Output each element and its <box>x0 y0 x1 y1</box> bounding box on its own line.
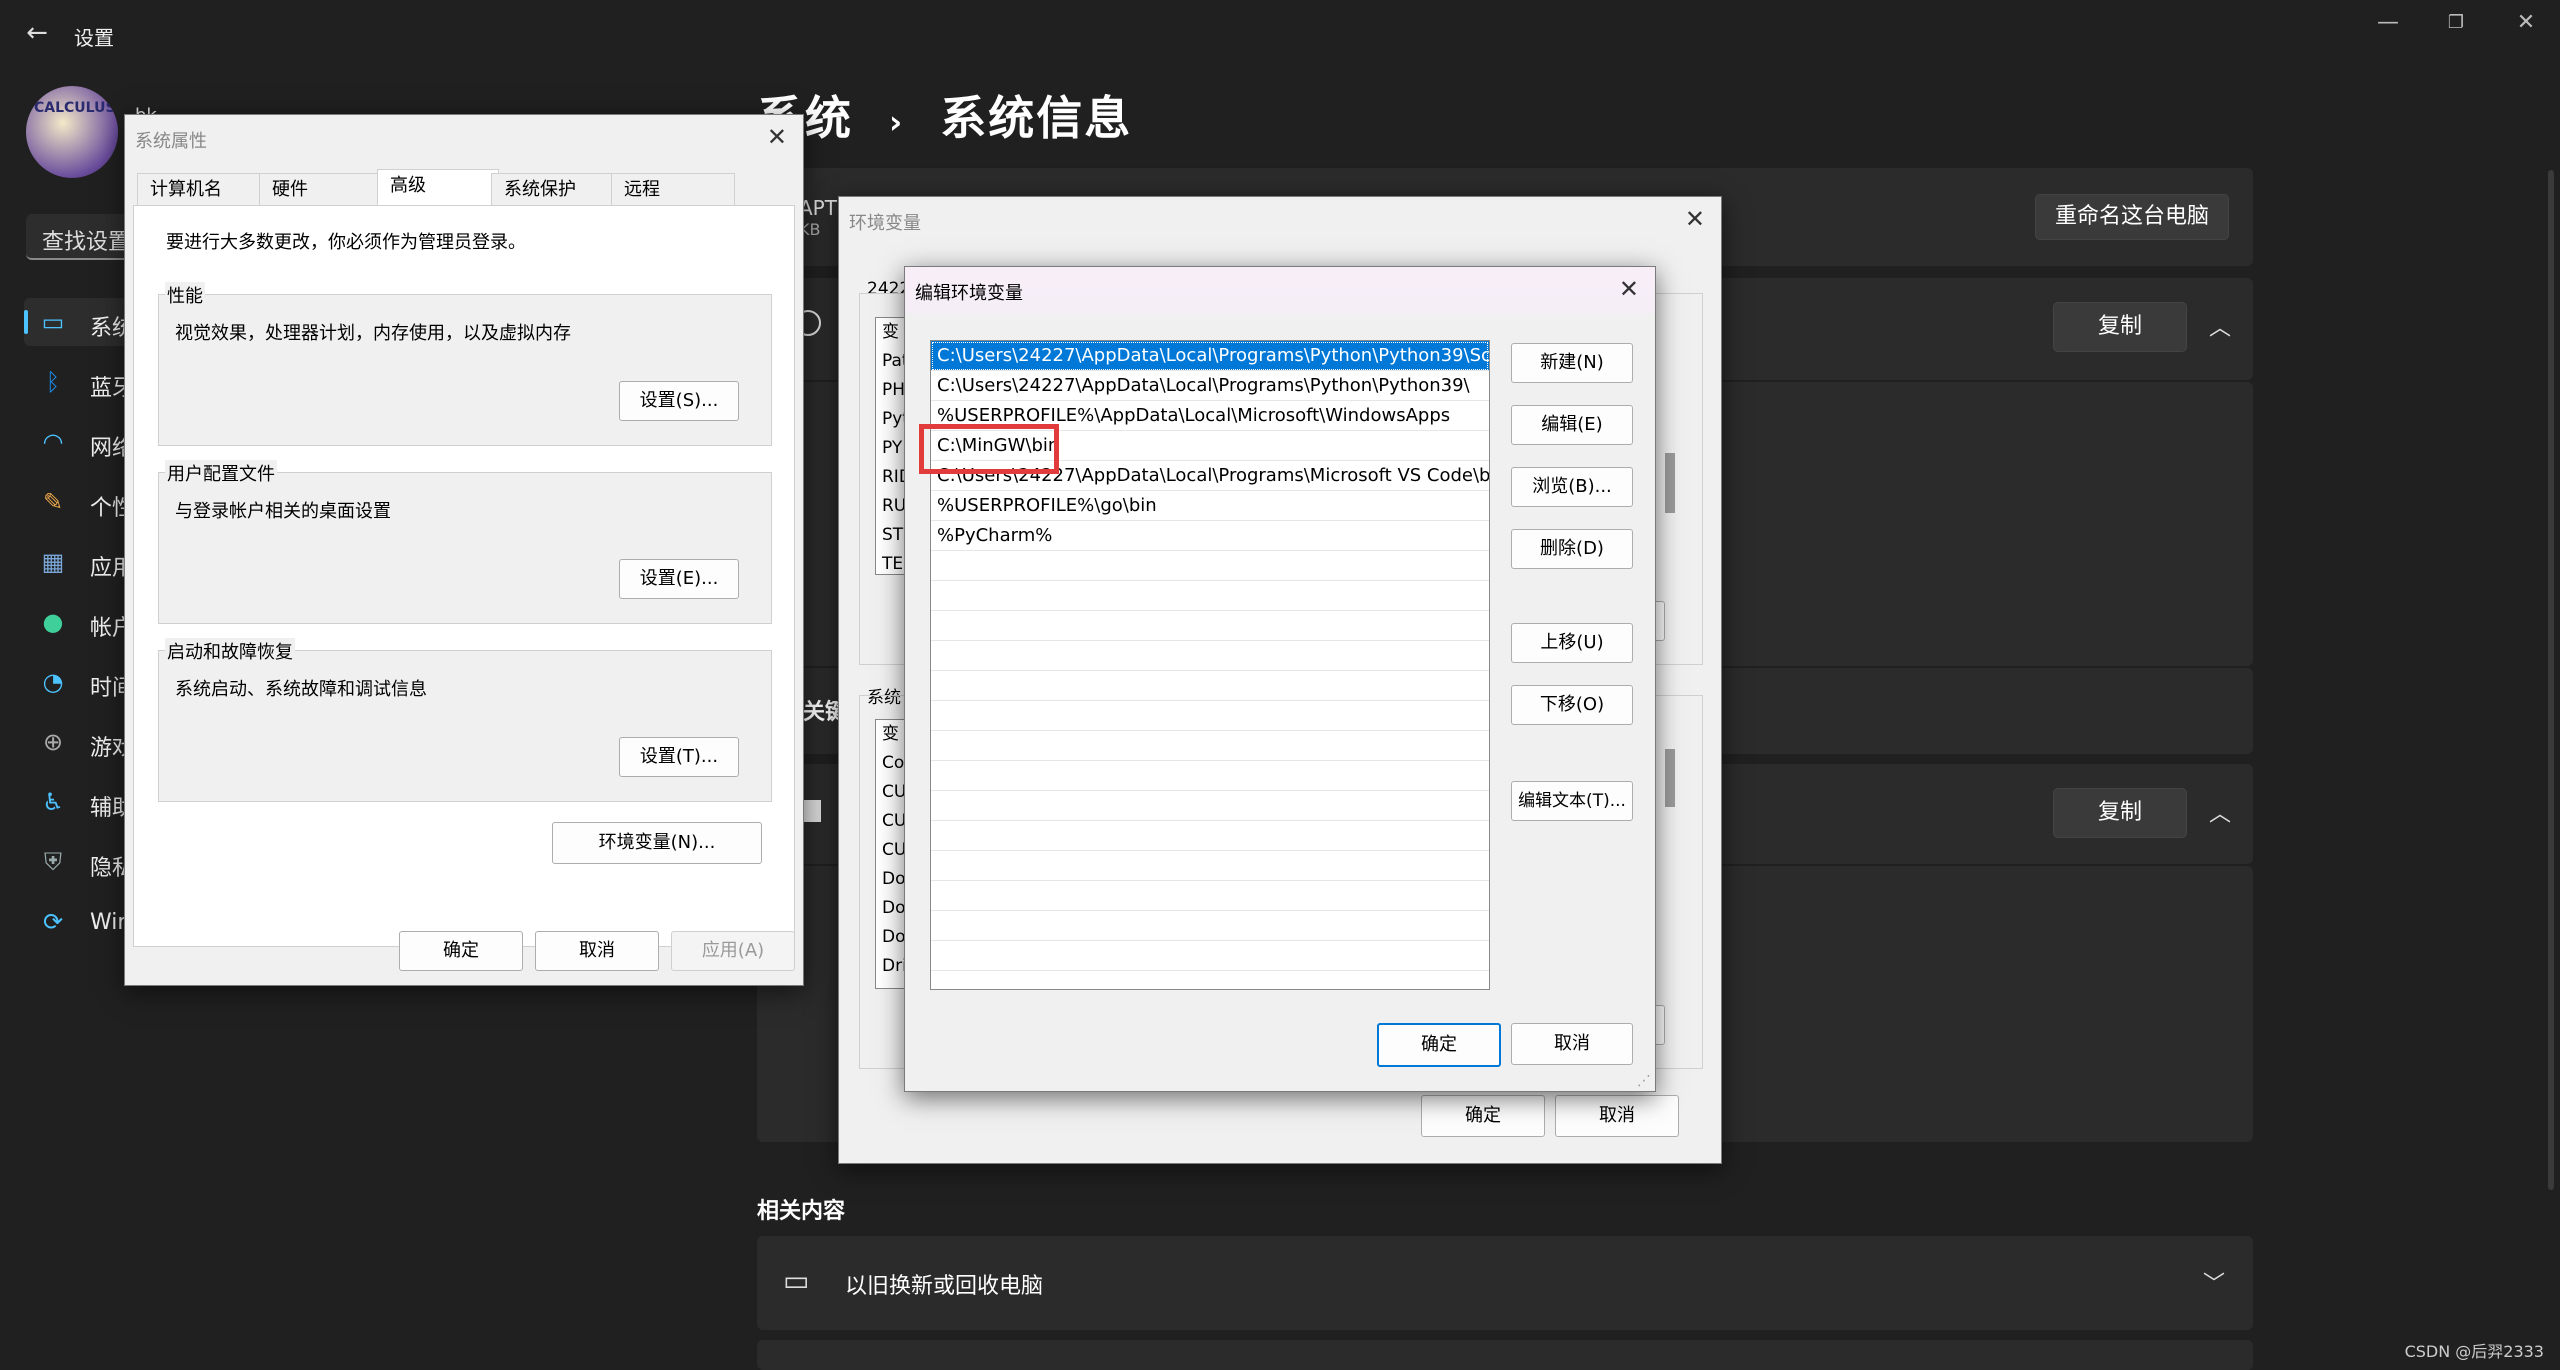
accessibility-icon: ♿ <box>42 788 64 816</box>
brush-icon: ✎ <box>42 488 64 516</box>
close-window-icon[interactable]: ✕ <box>2504 8 2548 38</box>
system-properties-dialog: 系统属性 ✕ 计算机名 硬件 高级 系统保护 远程 要进行大多数更改，你必须作为管… <box>124 114 804 986</box>
ok-button[interactable]: 确定 <box>399 931 523 971</box>
tab-remote[interactable]: 远程 <box>611 173 735 206</box>
path-list-item[interactable] <box>931 761 1489 791</box>
user-profile-group: 用户配置文件 与登录帐户相关的桌面设置 设置(E)... <box>158 460 772 624</box>
clock-globe-icon: ◔ <box>42 668 64 696</box>
path-list-item[interactable] <box>931 551 1489 581</box>
ok-button[interactable]: 确定 <box>1421 1095 1545 1137</box>
copy-button-device[interactable]: 复制 <box>2053 302 2187 352</box>
path-list-item[interactable] <box>931 731 1489 761</box>
path-list-item[interactable] <box>931 611 1489 641</box>
close-icon[interactable]: ✕ <box>767 123 787 151</box>
tab-panel: 要进行大多数更改，你必须作为管理员登录。 性能 视觉效果，处理器计划，内存使用，… <box>133 205 795 947</box>
dialog-title: 系统属性 <box>135 131 207 152</box>
apps-icon: ▦ <box>41 548 65 576</box>
path-list-item[interactable] <box>931 911 1489 941</box>
tab-hardware[interactable]: 硬件 <box>259 173 383 206</box>
apply-button: 应用(A) <box>671 931 795 971</box>
dialog-title: 环境变量 <box>849 213 921 234</box>
path-list-item[interactable] <box>931 821 1489 851</box>
bluetooth-icon: ᛒ <box>45 368 61 396</box>
path-list-item[interactable] <box>931 671 1489 701</box>
wifi-icon: ◠ <box>42 428 64 456</box>
environment-variables-button[interactable]: 环境变量(N)... <box>552 822 762 864</box>
chevron-up-icon[interactable]: ︿ <box>2209 310 2231 342</box>
related-content-heading: 相关内容 <box>757 1199 846 1224</box>
edit-text-button[interactable]: 编辑文本(T)... <box>1511 781 1633 821</box>
admin-note: 要进行大多数更改，你必须作为管理员登录。 <box>166 232 526 253</box>
shield-icon: ⛨ <box>44 848 62 876</box>
performance-group: 性能 视觉效果，处理器计划，内存使用，以及虚拟内存 设置(S)... <box>158 282 772 446</box>
path-list-item[interactable] <box>931 881 1489 911</box>
highlight-box <box>919 424 1059 474</box>
path-list-item[interactable]: C:\Users\24227\AppData\Local\Programs\Py… <box>931 371 1489 401</box>
close-icon[interactable]: ✕ <box>1685 205 1705 233</box>
chevron-up-icon[interactable]: ︿ <box>2209 796 2231 828</box>
startup-recovery-group: 启动和故障恢复 系统启动、系统故障和调试信息 设置(T)... <box>158 638 772 802</box>
update-icon: ⟳ <box>42 908 64 936</box>
next-row[interactable] <box>757 1340 2253 1370</box>
performance-settings-button[interactable]: 设置(S)... <box>619 381 739 421</box>
profile-settings-button[interactable]: 设置(E)... <box>619 559 739 599</box>
tab-computer-name[interactable]: 计算机名 <box>137 173 260 206</box>
path-list-item[interactable]: %USERPROFILE%\go\bin <box>931 491 1489 521</box>
chevron-down-icon[interactable]: ﹀ <box>2203 1266 2225 1298</box>
trade-in-row[interactable]: ▭ 以旧换新或回收电脑 ﹀ <box>757 1236 2253 1330</box>
browse-button[interactable]: 浏览(B)... <box>1511 467 1633 507</box>
settings-titlebar <box>0 0 2560 70</box>
path-list-item[interactable] <box>931 971 1489 989</box>
copy-button-windows[interactable]: 复制 <box>2053 788 2187 838</box>
tab-advanced[interactable]: 高级 <box>377 169 499 206</box>
breadcrumb-separator: › <box>889 102 905 141</box>
system-list-scrollbar[interactable] <box>1665 749 1675 807</box>
dialog-title: 编辑环境变量 <box>915 283 1023 304</box>
delete-button[interactable]: 删除(D) <box>1511 529 1633 569</box>
monitor-icon: ▭ <box>41 308 65 336</box>
breadcrumb: 系统 › 系统信息 <box>757 82 1132 148</box>
gamepad-icon: ⊕ <box>42 728 64 756</box>
minimize-icon[interactable]: — <box>2366 8 2410 38</box>
avatar[interactable]: CALCULUS <box>26 86 118 178</box>
path-list-item[interactable]: C:\Users\24227\AppData\Local\Programs\Py… <box>931 341 1489 371</box>
tab-system-protection[interactable]: 系统保护 <box>491 173 613 206</box>
settings-scrollbar[interactable] <box>2548 170 2554 1190</box>
path-list-item[interactable] <box>931 941 1489 971</box>
path-list-item[interactable] <box>931 641 1489 671</box>
startup-settings-button[interactable]: 设置(T)... <box>619 737 739 777</box>
watermark: CSDN @后羿2333 <box>2404 1342 2544 1361</box>
new-button[interactable]: 新建(N) <box>1511 343 1633 383</box>
cancel-button[interactable]: 取消 <box>1555 1095 1679 1137</box>
path-list-item[interactable] <box>931 851 1489 881</box>
page-title: 系统信息 <box>940 91 1133 145</box>
person-icon: ● <box>42 608 64 636</box>
close-icon[interactable]: ✕ <box>1619 275 1639 303</box>
resize-grip-icon[interactable]: ⋰ <box>1637 1073 1651 1089</box>
path-list-item[interactable]: %PyCharm% <box>931 521 1489 551</box>
back-arrow-icon[interactable]: ← <box>22 18 52 48</box>
cancel-button[interactable]: 取消 <box>1511 1023 1633 1065</box>
maximize-icon[interactable]: ❐ <box>2434 8 2478 38</box>
laptop-icon: ▭ <box>783 1264 810 1297</box>
rename-pc-button[interactable]: 重命名这台电脑 <box>2035 194 2229 240</box>
path-list-item[interactable] <box>931 701 1489 731</box>
path-list-item[interactable] <box>931 581 1489 611</box>
ok-button[interactable]: 确定 <box>1377 1023 1501 1067</box>
edit-button[interactable]: 编辑(E) <box>1511 405 1633 445</box>
app-title: 设置 <box>74 26 114 50</box>
user-list-scrollbar[interactable] <box>1665 453 1675 513</box>
move-up-button[interactable]: 上移(U) <box>1511 623 1633 663</box>
path-list-item[interactable] <box>931 791 1489 821</box>
cancel-button[interactable]: 取消 <box>535 931 659 971</box>
move-down-button[interactable]: 下移(O) <box>1511 685 1633 725</box>
